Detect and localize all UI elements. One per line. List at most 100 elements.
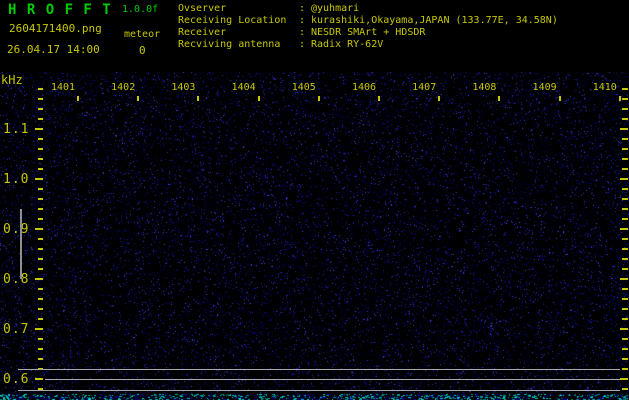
reference-line bbox=[18, 390, 620, 391]
right-tick-mark bbox=[622, 238, 628, 240]
spectrogram-plot bbox=[0, 70, 629, 400]
station-info-row: Receiving Location: kurashiki,Okayama,JAP… bbox=[178, 15, 558, 27]
y-tick-mark bbox=[38, 108, 43, 110]
x-tick-mark bbox=[378, 96, 380, 101]
y-tick-label: 1.0 bbox=[3, 172, 30, 187]
right-tick-mark bbox=[622, 318, 628, 320]
right-tick-mark bbox=[622, 198, 628, 200]
x-tick-label: 1402 bbox=[111, 82, 136, 93]
y-tick-mark bbox=[38, 158, 43, 160]
y-tick-mark bbox=[38, 148, 43, 150]
right-tick-mark bbox=[622, 208, 628, 210]
right-tick-mark bbox=[622, 298, 628, 300]
y-tick-mark bbox=[38, 268, 43, 270]
app-title: H R O F F T bbox=[8, 2, 112, 18]
y-tick-label: 0.6 bbox=[3, 372, 30, 387]
right-tick-mark bbox=[622, 258, 628, 260]
right-tick-mark bbox=[622, 108, 628, 110]
info-label: Ovserver bbox=[178, 3, 227, 14]
y-tick-label: 0.8 bbox=[3, 272, 30, 287]
y-tick-mark bbox=[35, 228, 43, 230]
output-filename: 2604171400.png bbox=[9, 22, 102, 35]
station-info-row: Recviving antenna: Radix RY-62V bbox=[178, 39, 558, 51]
y-tick-mark bbox=[35, 178, 43, 180]
x-tick-label: 1405 bbox=[291, 82, 316, 93]
y-tick-mark bbox=[35, 278, 43, 280]
y-tick-mark bbox=[38, 248, 43, 250]
y-tick-mark bbox=[35, 128, 43, 130]
y-tick-mark bbox=[38, 208, 43, 210]
x-tick-mark bbox=[498, 96, 500, 101]
y-tick-mark bbox=[38, 338, 43, 340]
right-tick-mark bbox=[620, 378, 628, 380]
right-tick-mark bbox=[622, 368, 628, 370]
y-tick-mark bbox=[38, 348, 43, 350]
y-tick-mark bbox=[38, 138, 43, 140]
x-tick-mark bbox=[197, 96, 199, 101]
x-tick-label: 1407 bbox=[412, 82, 437, 93]
right-tick-mark bbox=[622, 188, 628, 190]
x-tick-label: 1409 bbox=[532, 82, 557, 93]
x-tick-mark bbox=[438, 96, 440, 101]
x-tick-mark bbox=[318, 96, 320, 101]
x-tick-label: 1404 bbox=[231, 82, 256, 93]
spectrogram-noise-canvas bbox=[0, 70, 629, 400]
right-tick-mark bbox=[620, 228, 628, 230]
info-colon: : bbox=[299, 39, 306, 50]
y-tick-mark bbox=[38, 218, 43, 220]
meteor-counter-label: meteor bbox=[124, 29, 161, 40]
y-tick-mark bbox=[38, 238, 43, 240]
right-tick-mark bbox=[622, 338, 628, 340]
info-value: NESDR SMArt + HDSDR bbox=[311, 27, 426, 38]
y-tick-mark bbox=[38, 118, 43, 120]
x-tick-label: 1406 bbox=[351, 82, 377, 93]
y-tick-mark bbox=[35, 378, 43, 380]
right-tick-mark bbox=[620, 328, 628, 330]
y-tick-mark bbox=[38, 308, 43, 310]
info-colon: : bbox=[299, 15, 306, 26]
right-tick-mark bbox=[622, 98, 628, 100]
right-tick-mark bbox=[622, 148, 628, 150]
right-tick-mark bbox=[622, 358, 628, 360]
y-tick-mark bbox=[38, 298, 43, 300]
y-tick-label: 0.7 bbox=[3, 322, 30, 337]
right-tick-mark bbox=[622, 388, 628, 390]
meteor-counter-value: 0 bbox=[139, 44, 146, 57]
y-tick-mark bbox=[38, 188, 43, 190]
observation-timestamp: 26.04.17 14:00 bbox=[7, 43, 100, 56]
x-tick-mark bbox=[137, 96, 139, 101]
x-tick-mark bbox=[258, 96, 260, 101]
x-tick-label: 1401 bbox=[50, 82, 76, 93]
right-tick-mark bbox=[622, 348, 628, 350]
right-tick-mark bbox=[622, 118, 628, 120]
x-tick-label: 1410 bbox=[592, 82, 617, 93]
right-tick-mark bbox=[622, 248, 628, 250]
y-axis-unit-label: kHz bbox=[1, 73, 23, 87]
info-value: kurashiki,Okayama,JAPAN (133.77E, 34.58N… bbox=[311, 15, 558, 26]
x-tick-label: 1408 bbox=[472, 82, 497, 93]
app-version: 1.0.0f bbox=[122, 4, 159, 15]
y-tick-mark bbox=[38, 288, 43, 290]
info-label: Recviving antenna bbox=[178, 39, 281, 50]
info-colon: : bbox=[299, 3, 306, 14]
x-tick-label: 1403 bbox=[171, 82, 196, 93]
right-tick-mark bbox=[622, 88, 628, 90]
station-info-row: Receiver: NESDR SMArt + HDSDR bbox=[178, 27, 558, 39]
info-value: Radix RY-62V bbox=[311, 39, 384, 50]
station-info-block: Ovserver: @yuhmari Receiving Location: kura… bbox=[178, 3, 558, 51]
right-tick-mark bbox=[622, 308, 628, 310]
y-tick-label: 0.9 bbox=[3, 222, 30, 237]
right-tick-mark bbox=[622, 218, 628, 220]
hrofft-screen: H R O F F T 1.0.0f 2604171400.png meteor… bbox=[0, 0, 629, 400]
reference-line bbox=[45, 379, 620, 380]
y-tick-mark bbox=[38, 168, 43, 170]
y-tick-mark bbox=[38, 88, 43, 90]
right-tick-mark bbox=[620, 178, 628, 180]
info-label: Receiver bbox=[178, 27, 227, 38]
right-tick-mark bbox=[622, 168, 628, 170]
y-tick-mark bbox=[38, 258, 43, 260]
x-tick-mark bbox=[619, 96, 621, 101]
info-value: @yuhmari bbox=[311, 3, 360, 14]
y-tick-mark bbox=[38, 318, 43, 320]
x-tick-mark bbox=[77, 96, 79, 101]
